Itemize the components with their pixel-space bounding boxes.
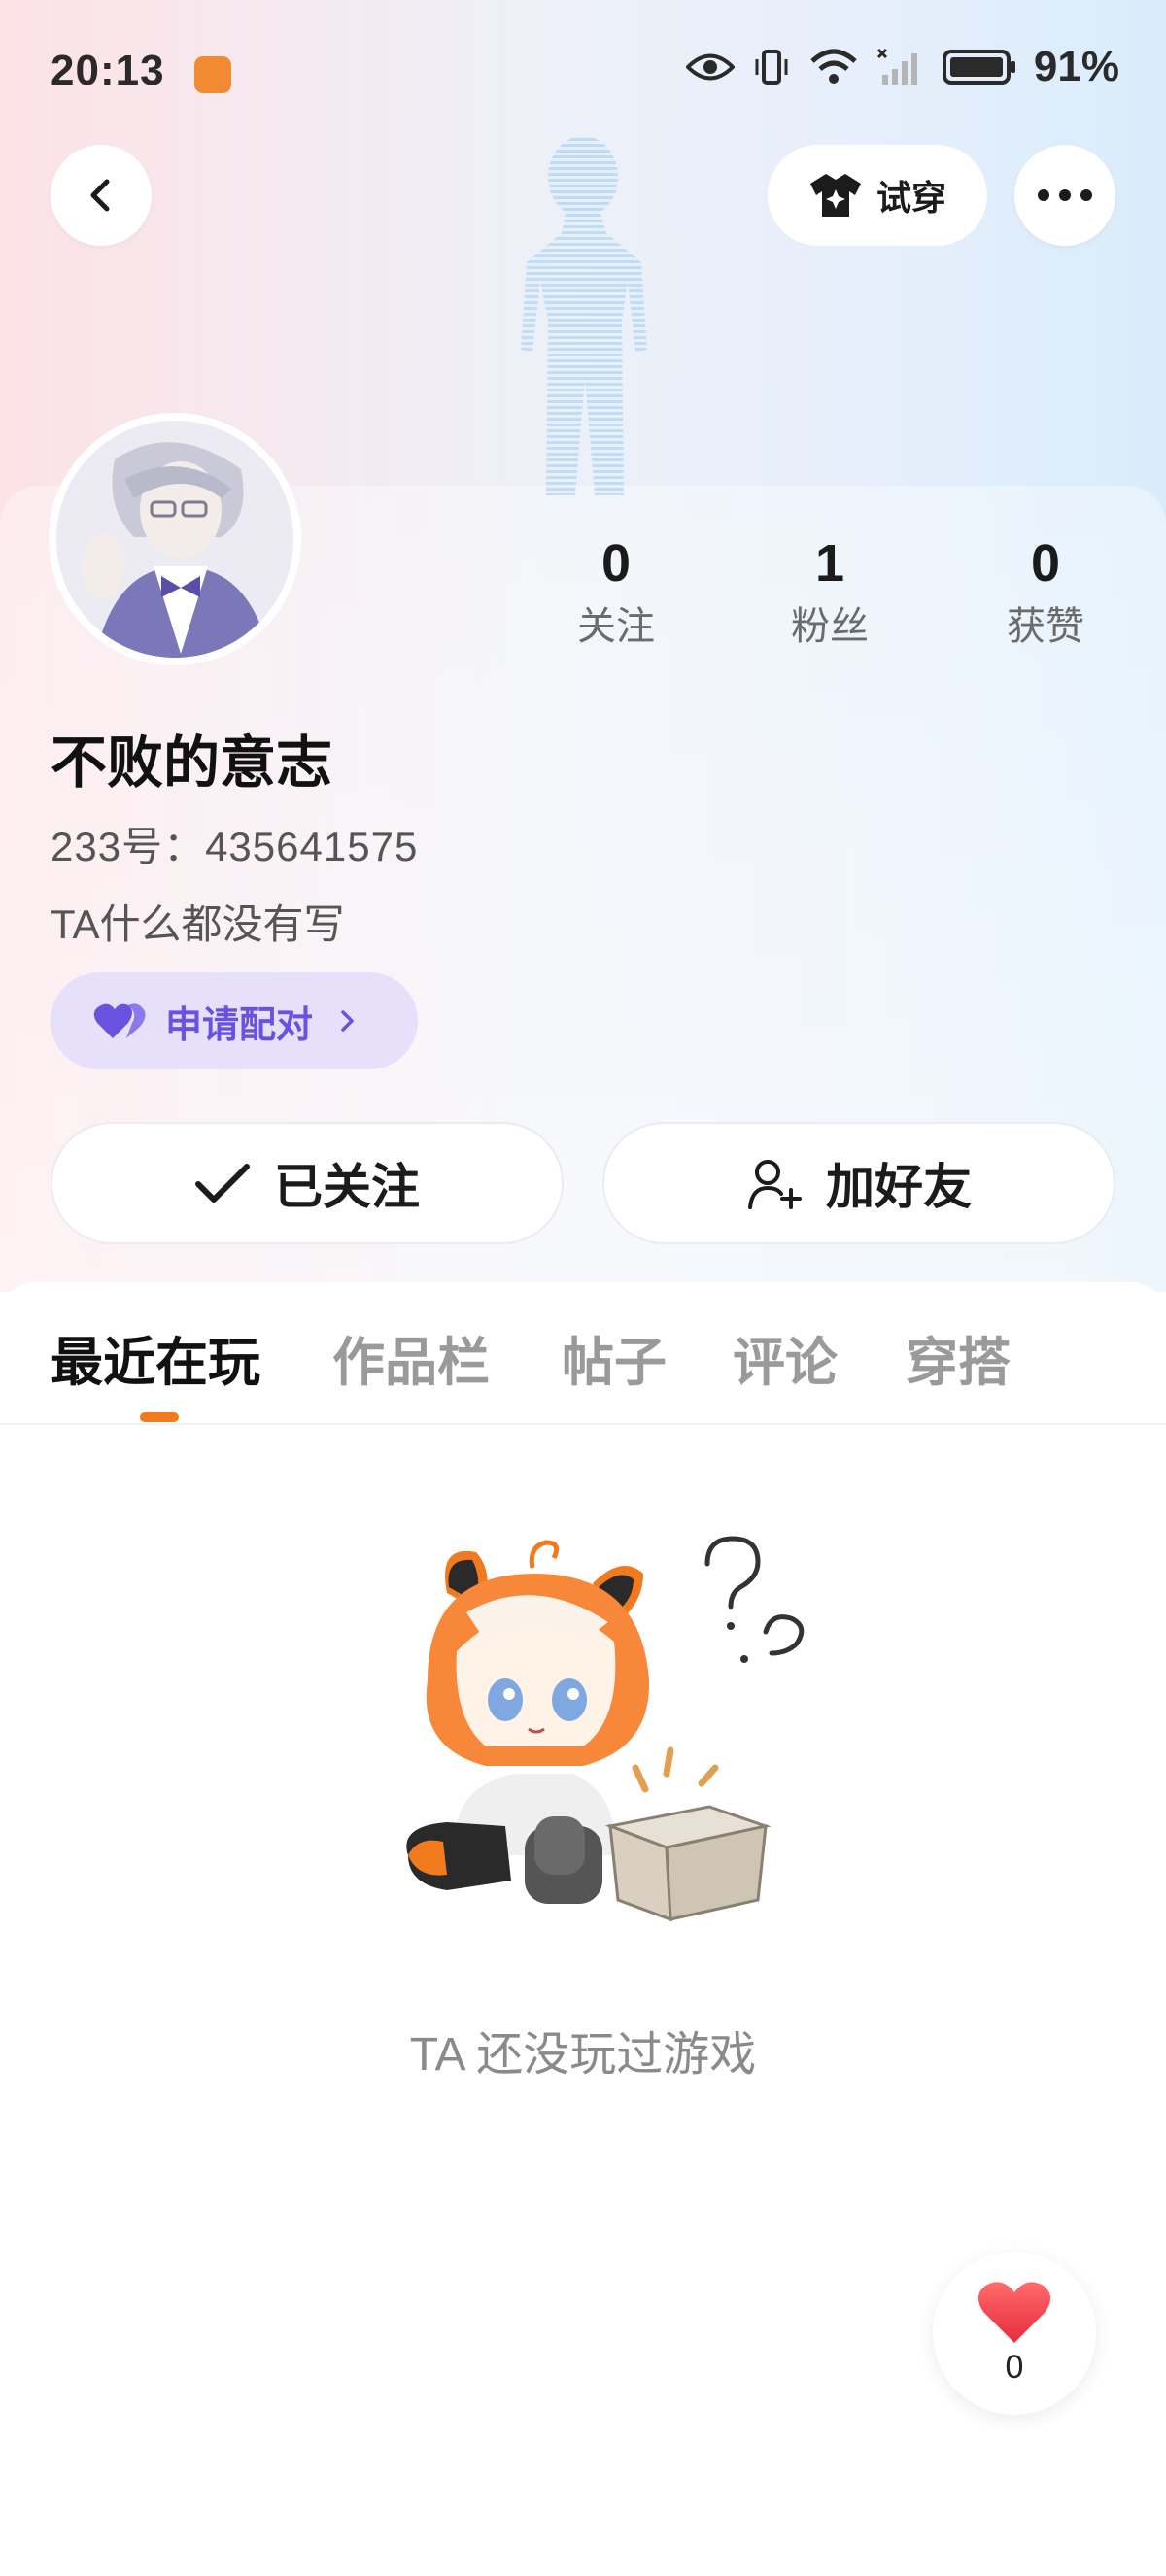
request-pair-label: 申请配对 [165,1004,314,1046]
followed-button[interactable]: 已关注 [51,1122,564,1244]
profile-tabs: 最近在玩 作品栏 帖子 评论 穿搭 [0,1309,1166,1416]
tab-works[interactable]: 作品栏 [332,1319,490,1396]
heart-pair-icon [93,1003,146,1038]
profile-username: 不败的意志 [51,731,333,795]
followed-label: 已关注 [274,1160,420,1214]
following-count: 0 [600,534,632,593]
eye-icon [685,53,735,81]
signal-icon [876,48,917,85]
try-on-button[interactable]: 试穿 [768,145,987,246]
following-label: 关注 [577,605,655,648]
status-bar: 20:13 91% [51,39,1119,109]
chevron-left-icon [90,179,110,212]
vibrate-icon [755,50,788,85]
tab-recently-played[interactable]: 最近在玩 [51,1319,260,1396]
more-options-button[interactable] [1014,145,1115,246]
chevron-right-icon [341,1010,354,1032]
avatar-3d-figure [521,136,647,495]
empty-state-message: TA 还没玩过游戏 [409,2029,757,2081]
add-user-icon [748,1160,802,1209]
check-icon [195,1164,250,1203]
status-time: 20:13 [51,47,165,94]
heart-icon [977,2281,1051,2343]
stat-fans[interactable]: 1 粉丝 [752,529,908,656]
try-on-label: 试穿 [875,178,946,218]
request-pair-button[interactable]: 申请配对 [51,972,418,1069]
stat-likes[interactable]: 0 获赞 [968,529,1123,656]
avatar-image [56,421,293,658]
tab-comments[interactable]: 评论 [733,1319,838,1396]
app-notification-icon [194,56,231,93]
tshirt-icon [809,174,861,217]
fans-label: 粉丝 [791,605,869,648]
add-friend-label: 加好友 [826,1160,972,1214]
avatar[interactable] [49,413,301,665]
empty-state-illustration [406,1536,805,1922]
like-count: 0 [1005,2348,1024,2386]
back-button[interactable] [51,145,152,246]
like-button[interactable]: 0 [933,2252,1096,2415]
battery-icon [942,50,1015,85]
tab-outfits[interactable]: 穿搭 [906,1319,1011,1396]
status-icons: 91% [685,43,1119,91]
tab-divider [0,1423,1166,1425]
active-tab-indicator [140,1412,179,1422]
likes-label: 获赞 [1007,605,1084,648]
profile-uid: 233号：435641575 [51,824,419,869]
tab-posts[interactable]: 帖子 [562,1319,667,1396]
fans-count: 1 [814,534,845,593]
more-dots-icon [1038,189,1092,201]
stat-following[interactable]: 0 关注 [538,529,694,656]
add-friend-button[interactable]: 加好友 [602,1122,1115,1244]
profile-bio: TA什么都没有写 [51,901,345,947]
battery-level: 91% [1033,43,1119,90]
likes-count: 0 [1030,534,1061,593]
wifi-icon [810,49,857,84]
